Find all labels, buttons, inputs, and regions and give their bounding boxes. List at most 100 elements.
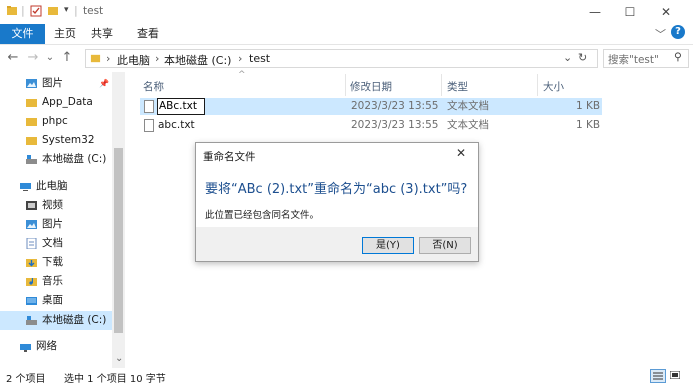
details-view-icon (653, 372, 663, 380)
title-bar: | ▾ | test — ☐ ✕ (0, 0, 693, 24)
refresh-icon[interactable]: ↻ (578, 51, 587, 64)
minimize-button[interactable]: — (577, 0, 613, 24)
network-icon (20, 344, 31, 352)
close-button[interactable]: ✕ (648, 0, 684, 24)
rename-input[interactable]: ABc.txt (157, 98, 205, 115)
details-view-button[interactable] (650, 369, 666, 383)
file-row[interactable]: abc.txt 2023/3/23 13:55 文本文档 1 KB (140, 117, 602, 134)
column-modified-header[interactable]: 修改日期 (350, 78, 392, 96)
address-row: ← → ⌄ ↑ › 此电脑 › 本地磁盘 (C:) › test ⌄ ↻ 搜索"… (0, 45, 693, 72)
tab-view[interactable]: 查看 (133, 24, 163, 44)
sort-arrow-icon: ^ (238, 70, 246, 80)
large-icons-view-button[interactable] (668, 369, 682, 381)
expand-ribbon-icon[interactable]: ﹀ (655, 26, 666, 42)
drive-icon (26, 155, 37, 164)
nav-item-network[interactable]: 网络 (0, 337, 112, 356)
properties-icon[interactable] (30, 5, 42, 17)
recent-locations-button[interactable]: ⌄ (44, 50, 56, 66)
file-modified: 2023/3/23 13:55 (351, 119, 439, 131)
nav-item-desktop[interactable]: 桌面 (0, 291, 112, 310)
tab-file[interactable]: 文件 (0, 24, 45, 44)
column-size-header[interactable]: 大小 (543, 78, 564, 96)
folder-icon (26, 99, 37, 107)
nav-item-documents[interactable]: 文档 (0, 234, 112, 253)
large-icons-view-icon (670, 371, 680, 379)
status-selection: 选中 1 个项目 10 字节 (64, 374, 166, 385)
nav-item-pictures-quick[interactable]: 图片 📌 (0, 74, 112, 93)
pictures-icon (26, 79, 37, 88)
column-divider[interactable] (345, 74, 346, 96)
forward-button[interactable]: → (26, 50, 40, 66)
nav-item-music[interactable]: 音乐 (0, 272, 112, 291)
folder-icon (90, 54, 101, 63)
column-divider[interactable] (537, 74, 538, 96)
nav-item-downloads[interactable]: 下载 (0, 253, 112, 272)
tab-share[interactable]: 共享 (87, 24, 117, 44)
file-size: 1 KB (576, 119, 601, 131)
scroll-down-icon[interactable]: ⌄ (115, 353, 123, 364)
up-button[interactable]: ↑ (60, 50, 74, 66)
file-type: 文本文档 (447, 100, 489, 112)
dialog-footer: 是(Y) 否(N) (196, 227, 478, 261)
search-input[interactable]: 搜索"test" ⚲ (603, 49, 689, 68)
breadcrumb-local-disk[interactable]: 本地磁盘 (C:) (164, 52, 231, 68)
yes-button[interactable]: 是(Y) (362, 237, 414, 254)
back-button[interactable]: ← (6, 50, 20, 66)
new-folder-icon[interactable] (47, 5, 59, 17)
column-divider[interactable] (441, 74, 442, 96)
music-icon (26, 278, 37, 286)
nav-item-videos[interactable]: 视频 (0, 196, 112, 215)
documents-icon (26, 238, 37, 249)
help-icon[interactable]: ? (671, 25, 685, 39)
status-item-count: 2 个项目 (6, 374, 46, 385)
minimize-icon: — (589, 5, 601, 19)
nav-item-phpc[interactable]: phpc (0, 112, 112, 131)
nav-item-pictures[interactable]: 图片 (0, 215, 112, 234)
rename-dialog: 重命名文件 ✕ 要将“ABc (2).txt”重命名为“abc (3).txt”… (195, 142, 479, 262)
breadcrumb-separator[interactable]: › (155, 52, 159, 65)
nav-scrollbar-thumb[interactable] (114, 148, 123, 333)
pictures-icon (26, 220, 37, 229)
downloads-icon (26, 259, 37, 267)
title-separator: | (74, 4, 78, 17)
dialog-info: 此位置已经包含同名文件。 (205, 210, 320, 221)
status-bar: 2 个项目 选中 1 个项目 10 字节 (0, 368, 693, 385)
close-icon: ✕ (660, 5, 672, 19)
breadcrumb-separator[interactable]: › (106, 52, 110, 65)
maximize-button[interactable]: ☐ (612, 0, 648, 24)
file-modified: 2023/3/23 13:55 (351, 100, 439, 112)
pin-icon: 📌 (99, 79, 109, 88)
file-type: 文本文档 (447, 119, 489, 131)
dialog-close-button[interactable]: ✕ (456, 146, 466, 160)
computer-icon (20, 183, 31, 191)
file-size: 1 KB (576, 100, 601, 112)
address-bar[interactable]: › 此电脑 › 本地磁盘 (C:) › test ⌄ ↻ (85, 49, 598, 68)
videos-icon (26, 201, 37, 210)
dialog-title: 重命名文件 (203, 151, 256, 163)
qat-separator: | (21, 4, 25, 17)
folder-icon (7, 6, 17, 15)
no-button[interactable]: 否(N) (419, 237, 471, 254)
file-row[interactable]: ABc.txt 2023/3/23 13:55 文本文档 1 KB (140, 98, 602, 115)
folder-icon (26, 137, 37, 145)
breadcrumb-this-pc[interactable]: 此电脑 (117, 52, 150, 68)
nav-item-app-data[interactable]: App_Data (0, 93, 112, 112)
breadcrumb-separator[interactable]: › (238, 52, 242, 65)
search-icon[interactable]: ⚲ (674, 51, 682, 63)
nav-item-local-disk-quick[interactable]: 本地磁盘 (C:) (0, 150, 112, 169)
dialog-question: 要将“ABc (2).txt”重命名为“abc (3).txt”吗? (205, 182, 468, 197)
window-title: test (83, 5, 104, 17)
folder-icon (26, 118, 37, 126)
qat-customize-icon[interactable]: ▾ (64, 5, 69, 15)
column-type-header[interactable]: 类型 (447, 78, 468, 96)
nav-item-this-pc[interactable]: 此电脑 (0, 177, 112, 196)
address-dropdown-icon[interactable]: ⌄ (563, 51, 572, 64)
nav-item-local-disk[interactable]: 本地磁盘 (C:) (0, 311, 112, 330)
tab-home[interactable]: 主页 (50, 24, 80, 44)
search-placeholder: 搜索"test" (608, 54, 659, 66)
desktop-icon (26, 297, 37, 305)
text-file-icon (144, 100, 154, 113)
column-name-header[interactable]: 名称 (143, 78, 164, 96)
nav-item-system32[interactable]: System32 (0, 131, 112, 150)
breadcrumb-test[interactable]: test (249, 52, 270, 65)
